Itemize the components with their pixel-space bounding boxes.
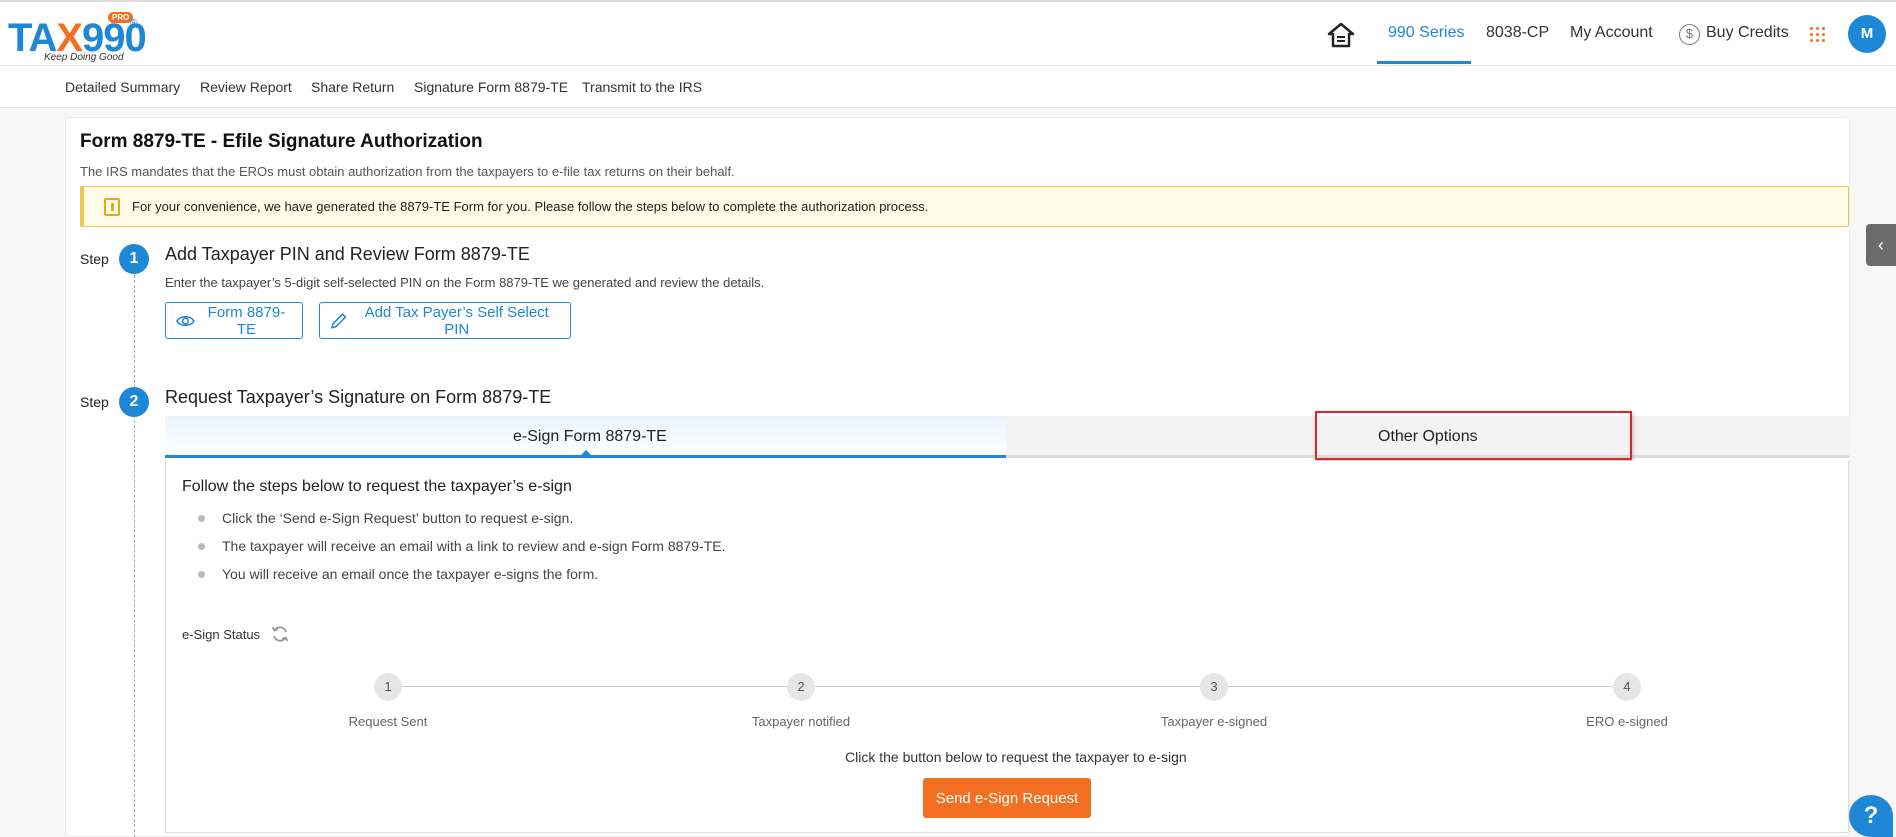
step-2-label: Step [80,394,109,410]
esign-status-label: e-Sign Status [182,627,261,642]
step-1-badge: 1 [119,244,149,274]
nav-my-account[interactable]: My Account [1570,24,1653,42]
logo-tagline: Keep Doing Good [44,52,124,63]
instruction-item: Click the ‘Send e-Sign Request’ button t… [222,510,574,526]
send-esign-request-button[interactable]: Send e-Sign Request [923,778,1091,818]
progress-track [388,686,1628,687]
nav-8038-cp[interactable]: 8038-CP [1486,24,1549,42]
page-title: Form 8879-TE - Efile Signature Authoriza… [80,131,483,152]
sub-navigation: Detailed Summary Review Report Share Ret… [0,66,1896,108]
eye-icon [176,315,195,326]
tax990-logo[interactable]: TAX990 PRO ® Keep Doing Good [8,12,148,64]
nav-buy-credits[interactable]: Buy Credits [1706,24,1789,42]
instruction-item: The taxpayer will receive an email with … [222,538,726,554]
pencil-icon [331,312,347,329]
step-1-label: Step [80,251,109,267]
progress-step-2: 2 [787,673,815,701]
home-icon[interactable] [1327,22,1355,48]
progress-label-1: Request Sent [348,714,428,729]
view-form-button[interactable]: Form 8879-TE [165,302,303,339]
collapse-chevron-icon[interactable]: ‹ [1866,224,1896,266]
instruction-item: You will receive an email once the taxpa… [222,566,599,582]
progress-step-3: 3 [1200,673,1228,701]
progress-step-1: 1 [374,673,402,701]
tab-esign-label: e-Sign Form 8879-TE [513,428,667,445]
dollar-circle-icon[interactable]: $ [1679,24,1700,45]
refresh-icon[interactable] [270,624,290,644]
progress-step-4: 4 [1613,673,1641,701]
step-1-title: Add Taxpayer PIN and Review Form 8879-TE [165,244,530,264]
bullet-dot [198,571,205,578]
view-form-label: Form 8879-TE [207,303,286,338]
subnav-share-return[interactable]: Share Return [311,79,394,95]
document-icon [104,198,120,216]
step-1-description: Enter the taxpayer’s 5-digit self-select… [165,275,765,290]
step-connector [134,275,135,837]
page-subtitle: The IRS mandates that the EROs must obta… [80,164,735,179]
registered-mark: ® [130,18,138,29]
bullet-dot [198,515,205,522]
highlight-annotation [1315,411,1632,460]
add-pin-button[interactable]: Add Tax Payer’s Self Select PIN [319,302,571,339]
progress-label-4: ERO e-signed [1586,714,1668,729]
progress-label-2: Taxpayer notified [751,714,851,729]
step-2-title: Request Taxpayer’s Signature on Form 887… [165,387,552,407]
user-avatar[interactable]: M [1848,15,1886,53]
add-pin-label: Add Tax Payer’s Self Select PIN [364,303,549,338]
bullet-dot [198,543,205,550]
subnav-detailed-summary[interactable]: Detailed Summary [65,79,180,95]
panel-title: Follow the steps below to request the ta… [182,478,572,495]
subnav-transmit-irs[interactable]: Transmit to the IRS [582,79,702,95]
help-icon[interactable]: ? [1849,795,1893,837]
apps-grid-icon[interactable] [1810,27,1825,42]
nav-990-series[interactable]: 990 Series [1388,24,1465,42]
active-tab-caret [579,450,593,457]
nav-active-indicator [1377,61,1471,64]
progress-label-3: Taxpayer e-signed [1160,714,1268,729]
step-2-badge: 2 [119,387,149,417]
info-notice: For your convenience, we have generated … [80,186,1849,227]
subnav-signature-form[interactable]: Signature Form 8879-TE [414,79,568,95]
notice-text: For your convenience, we have generated … [132,199,929,214]
helper-text: Click the button below to request the ta… [845,749,1187,765]
subnav-review-report[interactable]: Review Report [200,79,292,95]
